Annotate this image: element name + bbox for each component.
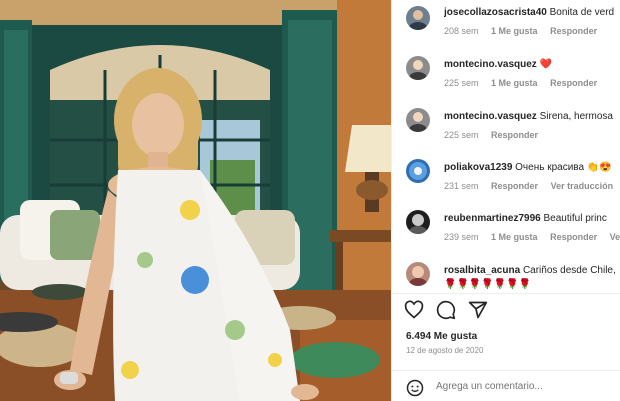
comment-emoji-row: 🌹🌹🌹🌹🌹🌹🌹 [444,279,532,290]
reply-button[interactable]: Responder [550,26,597,36]
comment-time: 225 sem [444,130,479,140]
emoji-icon[interactable] [406,379,424,397]
comment-username[interactable]: montecino.vasquez [444,111,537,122]
see-translation-button[interactable]: Ver traducción [551,181,614,191]
comment-username[interactable]: reubenmartinez7996 [444,213,541,224]
comment-item: montecino.vasquez ❤️ 225 sem 1 Me gusta … [392,54,620,106]
avatar[interactable] [406,262,430,286]
comment-likes[interactable]: 1 Me gusta [491,26,538,36]
comment-text: poliakova1239 Очень красива 👏😍 [444,161,620,174]
avatar[interactable] [406,159,430,183]
comment-meta: 225 sem Responder [444,130,548,140]
comment-text: josecollazosacrista40 Bonita de verd [444,6,620,19]
comments-panel: josecollazosacrista40 Bonita de verd 208… [391,0,620,401]
comment-time: 225 sem [444,78,479,88]
action-bar [392,293,620,323]
comment-item: josecollazosacrista40 Bonita de verd 208… [392,4,620,56]
likes-count[interactable]: 6.494 Me gusta [406,331,477,342]
comment-item: montecino.vasquez Sirena, hermosa 225 se… [392,106,620,158]
comment-username[interactable]: josecollazosacrista40 [444,7,547,18]
comment-time: 239 sem [444,232,479,242]
comment-likes[interactable]: 1 Me gusta [491,78,538,88]
comment-body: Sirena, hermosa [539,111,613,122]
comment-username[interactable]: poliakova1239 [444,162,512,173]
comment-body: Bonita de verd [549,7,615,18]
comment-text: montecino.vasquez Sirena, hermosa [444,110,620,123]
comment-text: reubenmartinez7996 Beautiful princ [444,212,620,225]
comment-username[interactable]: rosalbita_acuna [444,265,520,276]
comment-time: 208 sem [444,26,479,36]
avatar[interactable] [406,210,430,234]
add-comment-bar [392,370,620,401]
heart-icon[interactable] [404,300,424,320]
reply-button[interactable]: Responder [491,130,538,140]
comment-item: poliakova1239 Очень красива 👏😍 231 sem R… [392,157,620,209]
comment-text: rosalbita_acuna Cariños desde Chile, [444,264,620,277]
comment-body: Beautiful princ [543,213,607,224]
avatar[interactable] [406,108,430,132]
comment-icon[interactable] [436,300,456,320]
post-date: 12 de agosto de 2020 [406,346,484,355]
comment-body: Очень красива 👏😍 [515,162,612,173]
share-icon[interactable] [468,300,488,320]
comment-meta: 225 sem 1 Me gusta Responder [444,78,607,88]
reply-button[interactable]: Responder [491,181,538,191]
reply-button[interactable]: Responder [550,232,597,242]
reply-button[interactable]: Responder [550,78,597,88]
comment-meta: 239 sem 1 Me gusta Responder Ver tr [444,232,620,242]
comment-meta: 231 sem Responder Ver traducción [444,181,620,191]
comment-likes[interactable]: 1 Me gusta [491,232,538,242]
avatar[interactable] [406,56,430,80]
photo-scene [0,0,391,401]
add-comment-input[interactable] [436,381,606,392]
comment-meta: 208 sem 1 Me gusta Responder [444,26,607,36]
comment-item: reubenmartinez7996 Beautiful princ 239 s… [392,208,620,260]
comment-body: Cariños desde Chile, [522,265,616,276]
post-photo [0,0,391,401]
comment-text: montecino.vasquez ❤️ [444,58,620,71]
avatar[interactable] [406,6,430,30]
comment-username[interactable]: montecino.vasquez [444,59,537,70]
heart-emoji: ❤️ [539,59,553,70]
comment-time: 231 sem [444,181,479,191]
see-translation-button[interactable]: Ver tr [610,232,620,242]
